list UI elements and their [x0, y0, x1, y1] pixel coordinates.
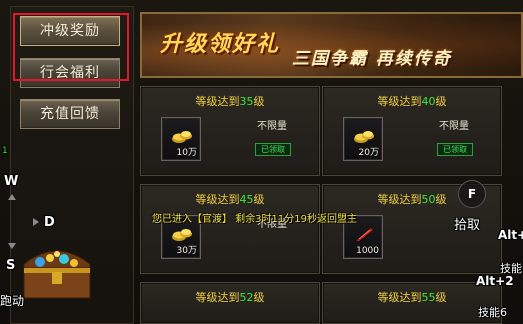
item-amount: 30万: [176, 246, 197, 256]
menu-recharge-rewards-button[interactable]: 充值回馈: [20, 99, 120, 129]
level-suffix: 级: [253, 193, 265, 206]
quantity-limit: 不限量: [257, 121, 287, 132]
reward-level-title: 等级达到35级: [141, 93, 319, 109]
level-suffix: 级: [435, 291, 447, 304]
up-arrow-icon[interactable]: [8, 194, 16, 200]
level-number: 55: [421, 291, 436, 304]
reward-card: 等级达到40级 20万 不限量 已领取: [322, 86, 502, 176]
level-suffix: 级: [253, 291, 265, 304]
key-f-button[interactable]: F: [458, 180, 486, 208]
reward-level-title: 等级达到55级: [323, 289, 501, 305]
skill-label-2: 技能6: [478, 306, 507, 319]
item-amount: 20万: [358, 148, 379, 158]
reward-card: 等级达到52级: [140, 282, 320, 324]
run-label: 跑动: [0, 294, 25, 308]
level-number: 52: [239, 291, 254, 304]
claimed-status-badge: 已领取: [437, 143, 473, 156]
level-number: 50: [421, 193, 436, 206]
reward-level-title: 等级达到40级: [323, 93, 501, 109]
red-feather-icon: [356, 228, 373, 241]
key-w-label: W: [4, 174, 19, 189]
key-s-label: S: [6, 258, 16, 273]
level-suffix: 级: [435, 95, 447, 108]
reward-level-title: 等级达到45级: [141, 191, 319, 207]
reward-card: 等级达到45级 30万 不限量: [140, 184, 320, 274]
banner-title: 升级领好礼: [160, 31, 281, 57]
reward-item-slot[interactable]: 20万: [343, 117, 383, 161]
level-prefix: 等级达到: [377, 95, 422, 108]
gold-ingot-icon: [172, 131, 192, 143]
reward-level-title: 等级达到52级: [141, 289, 319, 305]
reward-item-slot[interactable]: 10万: [161, 117, 201, 161]
reward-card: 等级达到55级: [322, 282, 502, 324]
level-number: 35: [239, 95, 254, 108]
level-number: 40: [421, 95, 436, 108]
claimed-status-badge: 已领取: [255, 143, 291, 156]
level-suffix: 级: [253, 95, 265, 108]
level-suffix: 级: [435, 193, 447, 206]
level-prefix: 等级达到: [377, 193, 422, 206]
banner-subtitle: 三国争霸 再续传奇: [292, 49, 452, 69]
level-prefix: 等级达到: [195, 95, 240, 108]
alt-hotkey-label: Alt+: [498, 228, 523, 242]
gold-ingot-icon: [354, 131, 374, 143]
right-arrow-icon[interactable]: [33, 218, 39, 226]
pickup-label[interactable]: 拾取: [454, 214, 480, 233]
zone-notice-text: 您已进入【官渡】 剩余3时11分19秒返回盟主: [152, 214, 357, 225]
down-arrow-icon[interactable]: [8, 243, 16, 249]
highlight-annotation-box: [13, 13, 129, 81]
treasure-chest-icon[interactable]: [20, 238, 94, 302]
level-prefix: 等级达到: [195, 291, 240, 304]
level-prefix: 等级达到: [377, 291, 422, 304]
quantity-limit: 不限量: [439, 121, 469, 132]
reward-card: 等级达到35级 10万 不限量 已领取: [140, 86, 320, 176]
hud-small-number: 1: [2, 146, 8, 156]
alt2-hotkey-label: Alt+2: [476, 274, 514, 288]
promo-banner: 升级领好礼 三国争霸 再续传奇: [140, 12, 523, 78]
gold-ingot-icon: [172, 229, 192, 241]
reward-panel: 冲级奖励 行会福利 充值回馈 升级领好礼 三国争霸 再续传奇 等级达到35级 1…: [0, 0, 523, 324]
key-d-label: D: [44, 215, 55, 230]
item-amount: 10万: [176, 148, 197, 158]
level-number: 45: [239, 193, 254, 206]
item-amount: 1000: [356, 246, 379, 256]
level-prefix: 等级达到: [195, 193, 240, 206]
